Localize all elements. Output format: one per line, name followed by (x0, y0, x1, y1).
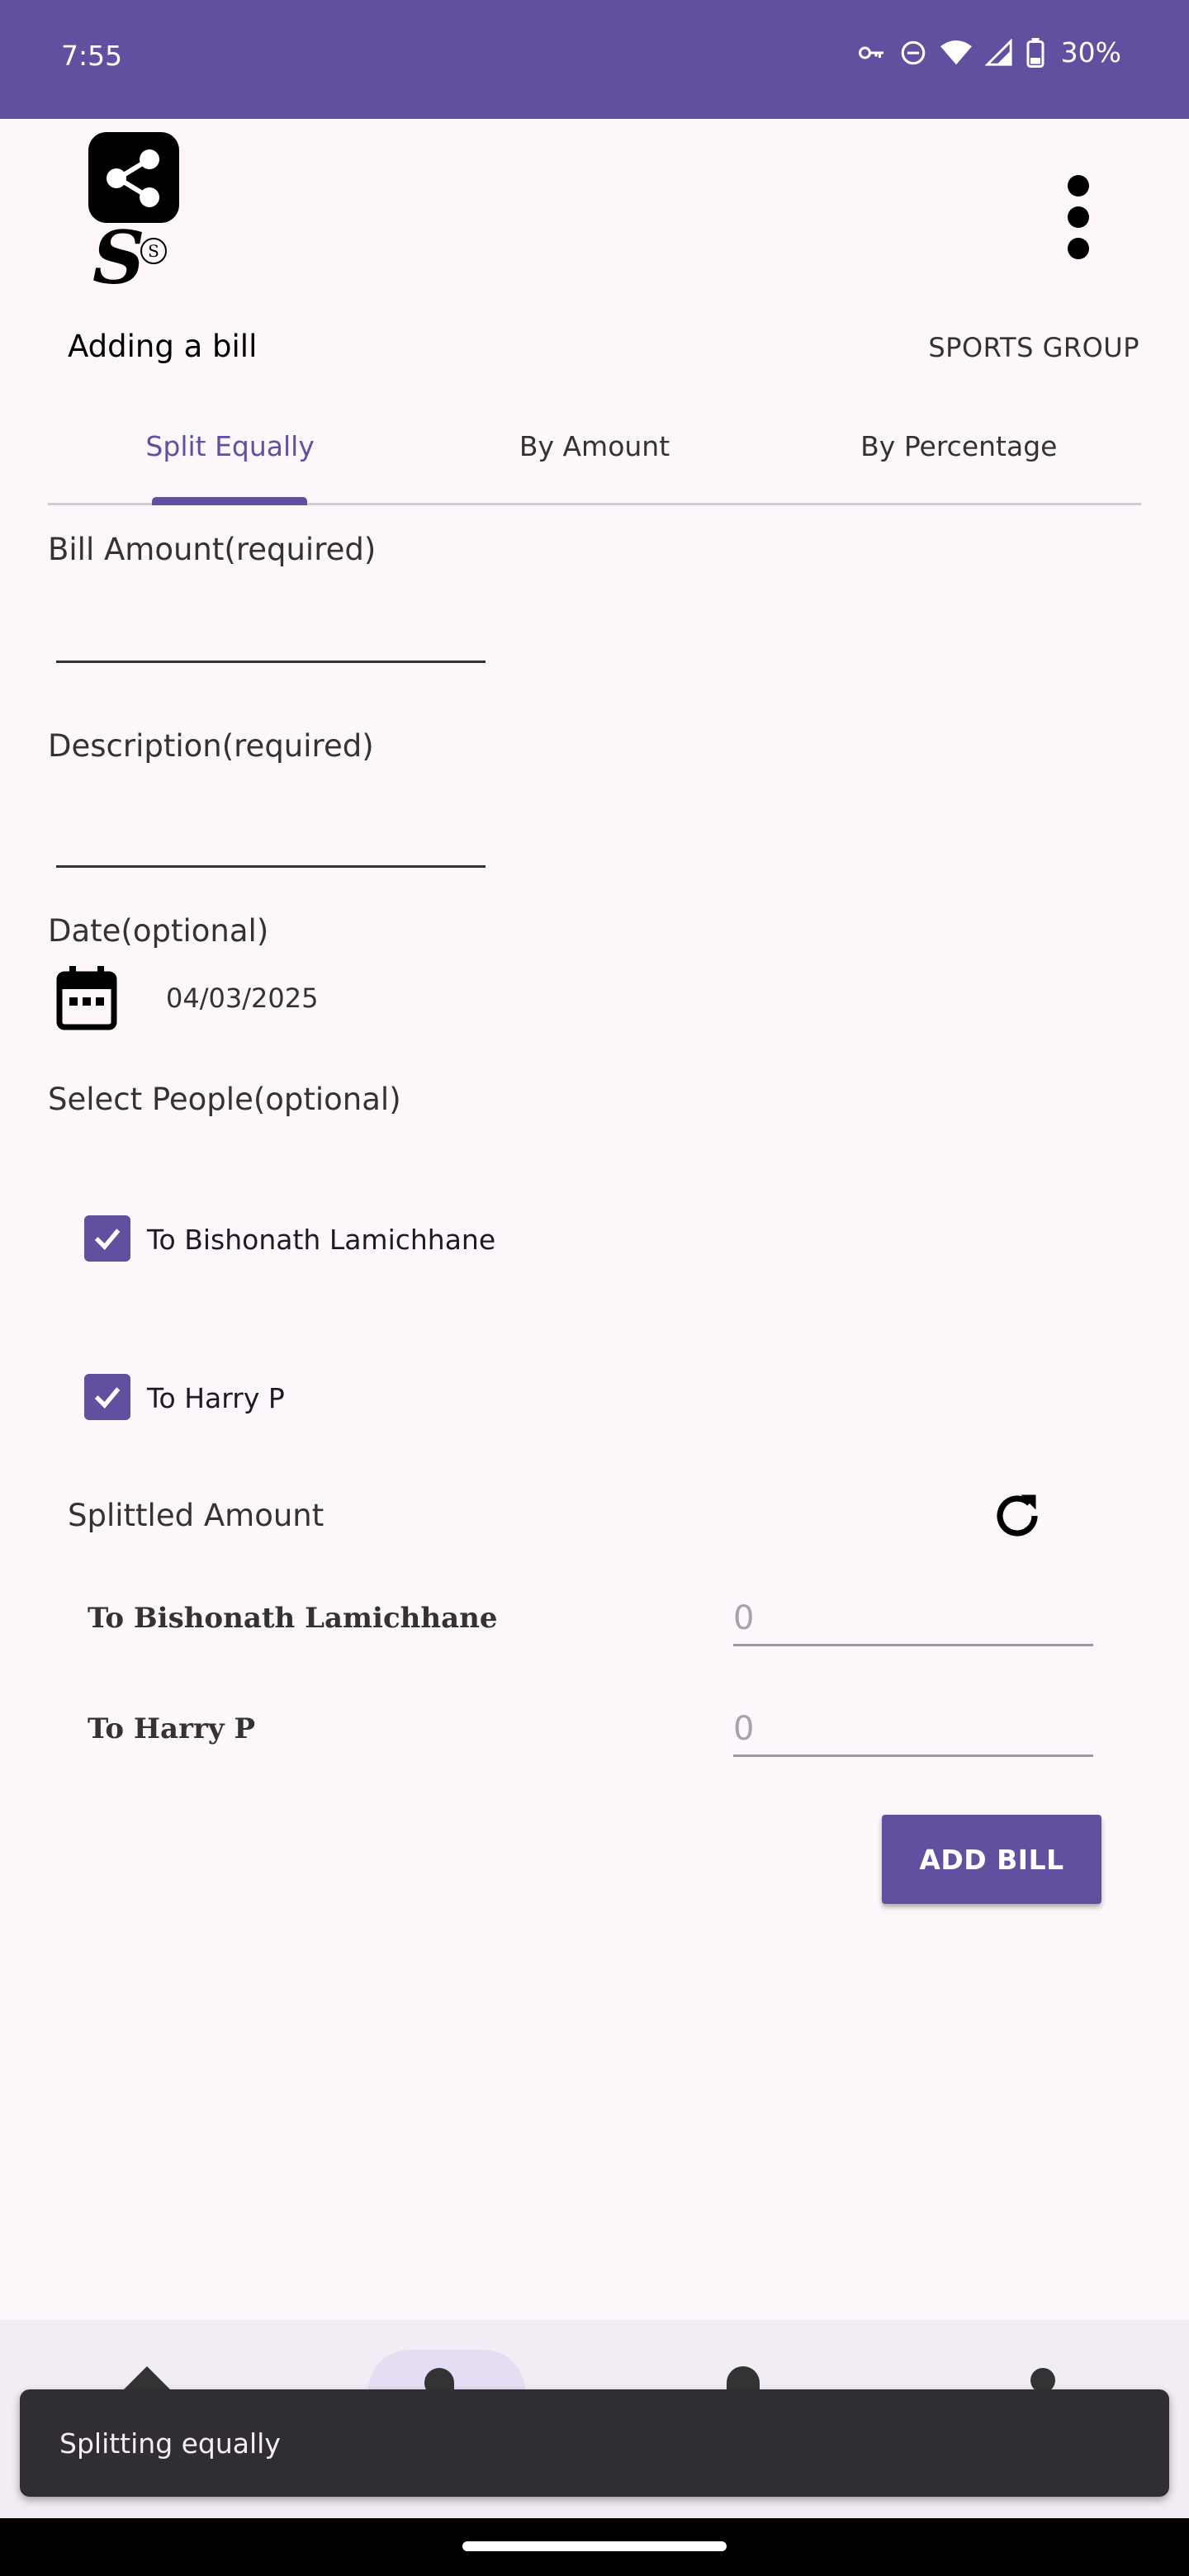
vpn-key-icon (858, 46, 883, 59)
split-amount-input-bishonath[interactable] (733, 1592, 1093, 1646)
battery-icon (1026, 37, 1045, 68)
add-bill-button[interactable]: ADD BILL (882, 1815, 1101, 1904)
status-icons: 30% (856, 36, 1121, 69)
person-label-bishonath[interactable]: To Bishonath Lamichhane (147, 1224, 495, 1256)
do-not-disturb-icon (901, 40, 925, 64)
refresh-icon[interactable] (988, 1486, 1047, 1546)
bill-amount-label: Bill Amount(required) (48, 532, 377, 567)
description-label: Description(required) (48, 728, 374, 764)
select-people-label: Select People(optional) (48, 1082, 401, 1117)
split-mode-tabs: Split Equally By Amount By Percentage (48, 390, 1141, 505)
battery-percent: 30% (1060, 36, 1121, 69)
app-logo (88, 132, 179, 223)
checkbox-bishonath[interactable] (84, 1215, 130, 1262)
split-amount-title: Splittled Amount (68, 1498, 324, 1533)
description-input[interactable] (56, 799, 486, 865)
checkmark-icon (94, 1387, 121, 1409)
bill-amount-input[interactable] (56, 594, 486, 661)
calendar-icon[interactable] (56, 964, 117, 1030)
checkbox-harry[interactable] (84, 1374, 130, 1420)
description-underline (56, 865, 486, 868)
group-name: SPORTS GROUP (928, 332, 1139, 363)
snackbar-message: Splitting equally (59, 2427, 281, 2460)
date-label: Date(optional) (48, 913, 269, 949)
more-vertical-icon[interactable] (1062, 172, 1095, 263)
page-title: Adding a bill (68, 329, 258, 364)
person-label-harry[interactable]: To Harry P (147, 1382, 285, 1414)
bill-amount-underline (56, 661, 486, 663)
home-gesture-handle[interactable] (462, 2541, 727, 2551)
brand-mark: S (92, 215, 145, 301)
checkmark-icon (94, 1229, 121, 1250)
split-row-name: To Bishonath Lamichhane (88, 1602, 498, 1635)
snackbar: Splitting equally (20, 2389, 1169, 2497)
tab-by-percentage[interactable]: By Percentage (777, 390, 1141, 503)
signal-icon (984, 38, 1012, 66)
wifi-icon (940, 40, 972, 64)
tab-split-equally[interactable]: Split Equally (48, 390, 412, 505)
split-amount-input-harry[interactable] (733, 1702, 1093, 1757)
date-value[interactable]: 04/03/2025 (166, 983, 318, 1014)
share-icon (107, 149, 159, 207)
split-row-name: To Harry P (88, 1712, 256, 1745)
brand-registered-mark: S (140, 238, 167, 264)
tab-by-amount[interactable]: By Amount (412, 390, 776, 503)
home-icon[interactable] (122, 2366, 172, 2391)
status-time: 7:55 (61, 40, 123, 72)
